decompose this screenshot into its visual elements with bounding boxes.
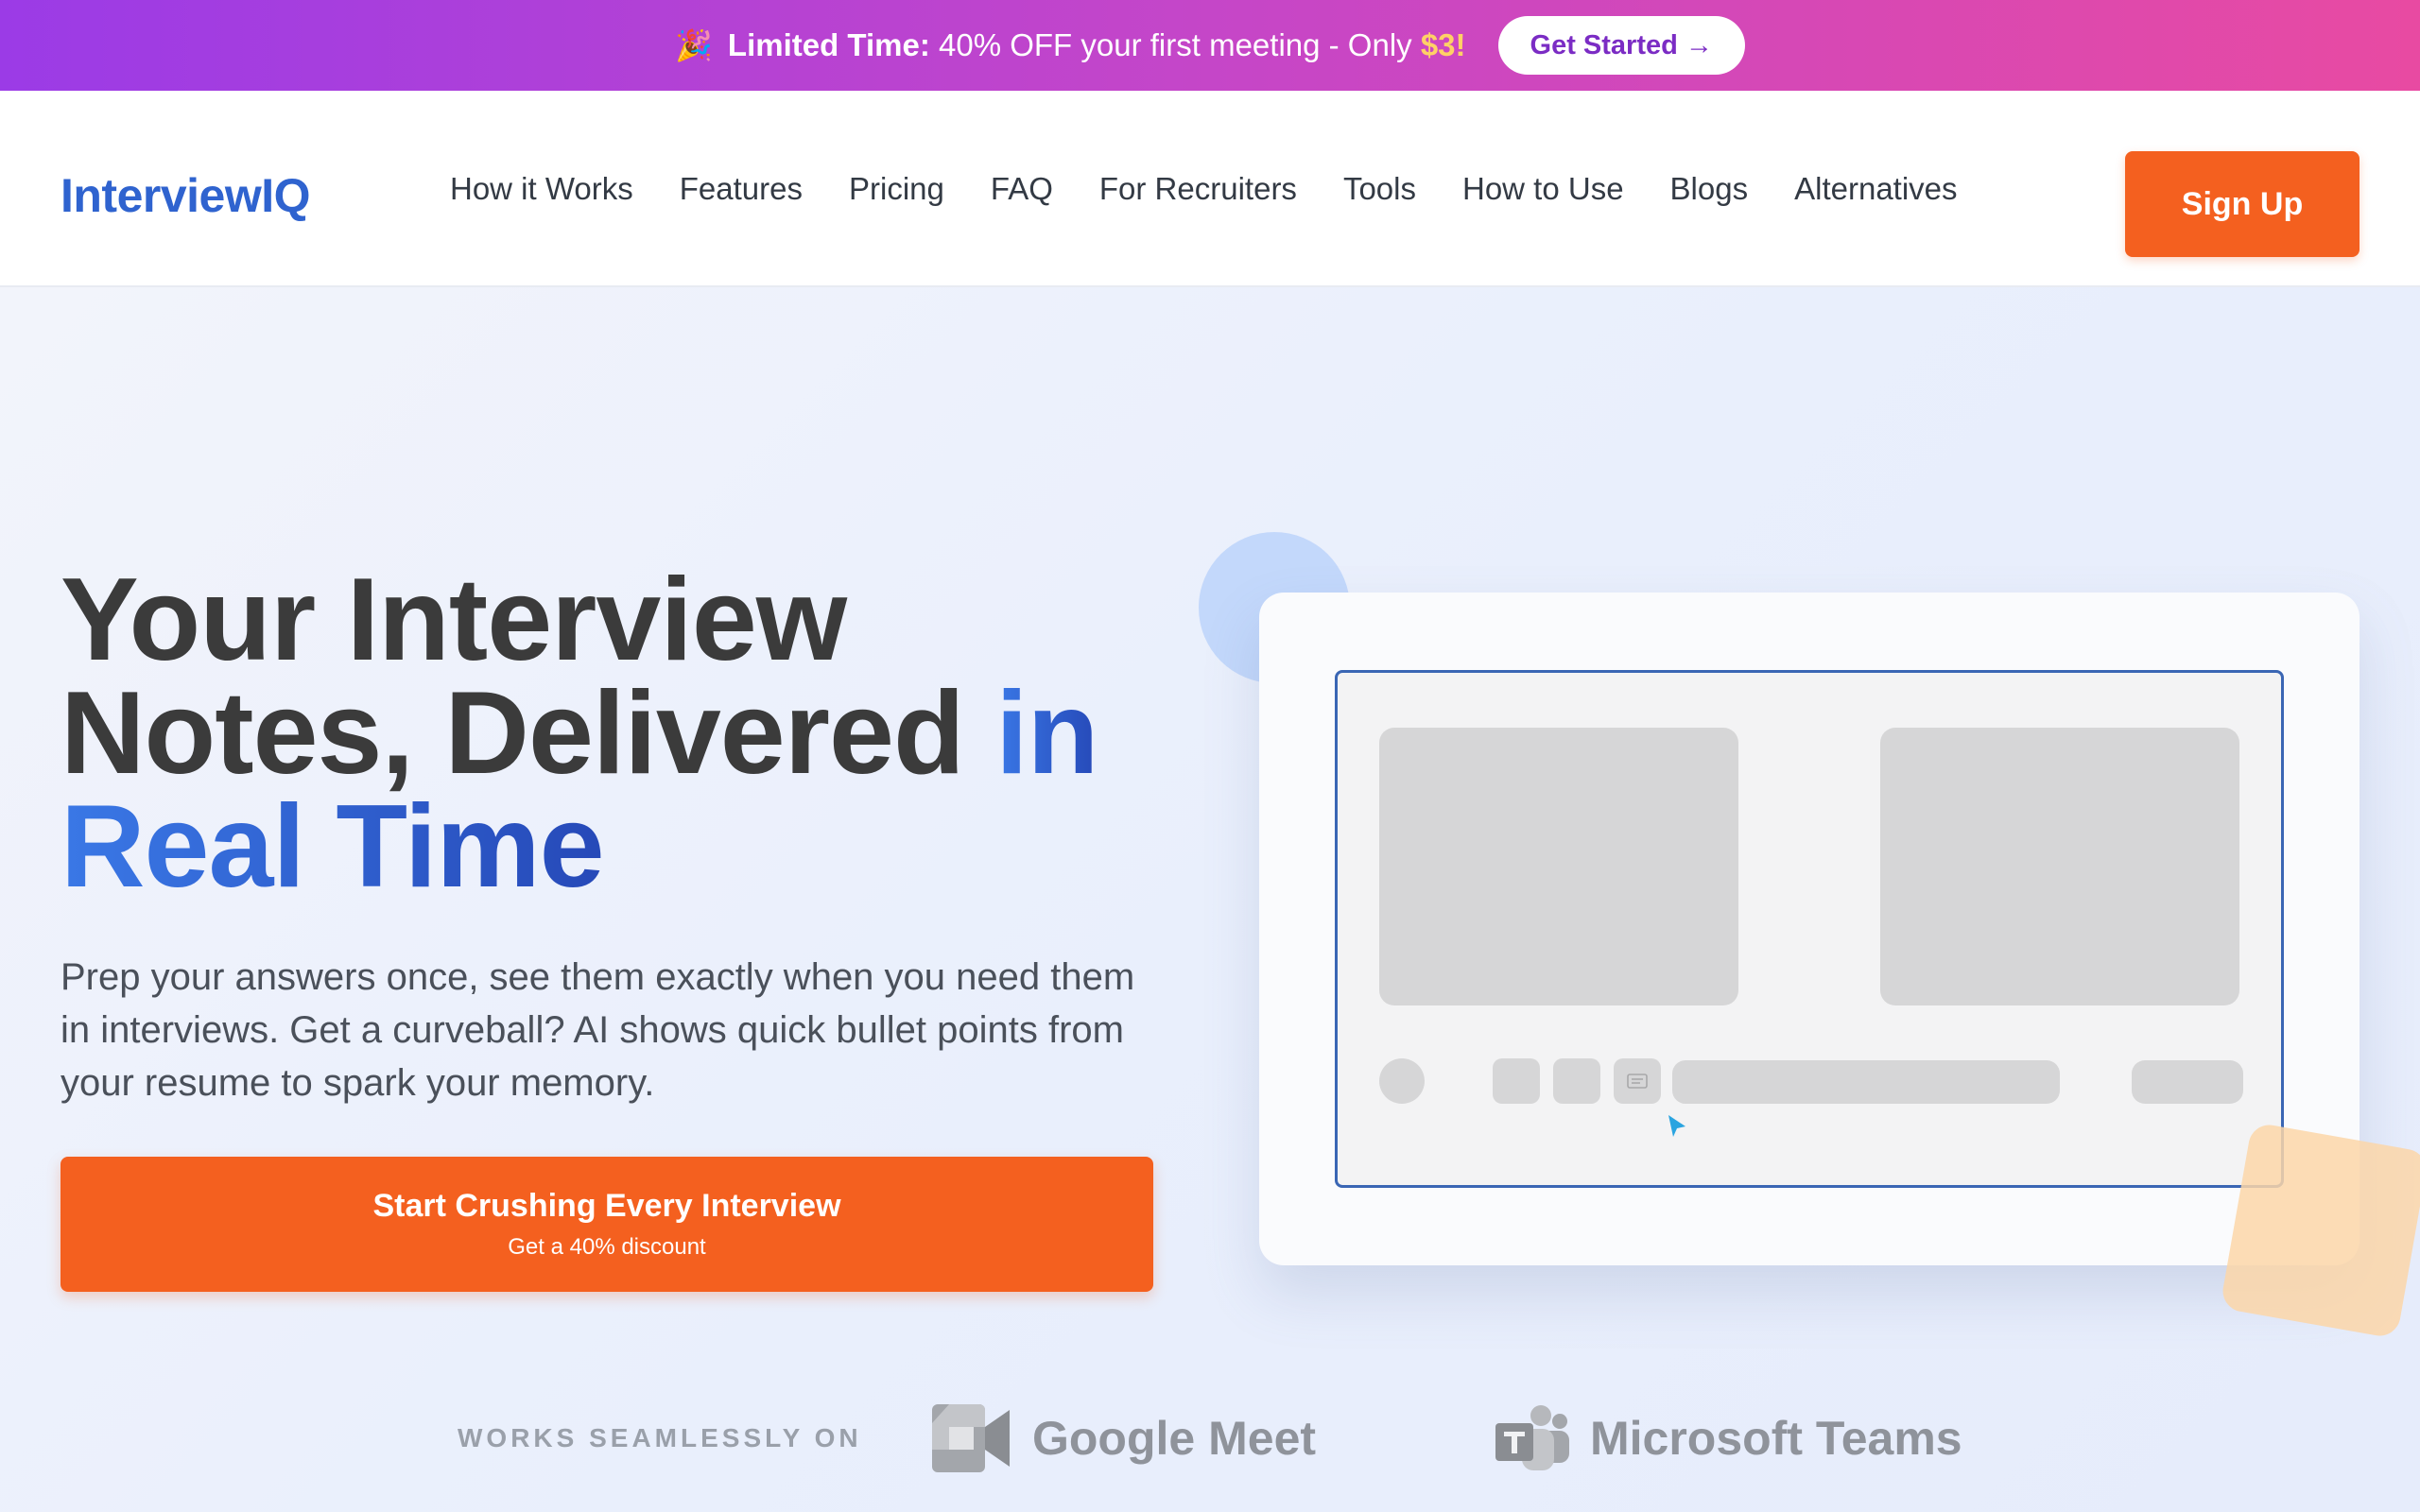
nav-link-for-recruiters[interactable]: For Recruiters (1099, 171, 1297, 207)
party-popper-icon: 🎉 (675, 28, 713, 62)
nav-link-faq[interactable]: FAQ (991, 171, 1053, 207)
navbar: InterviewIQ How it Works Features Pricin… (0, 91, 2420, 287)
hero-title-accent-1: in (995, 668, 1098, 799)
caption-control-placeholder (1614, 1058, 1661, 1104)
google-meet-icon (932, 1404, 1010, 1472)
avatar-placeholder (1379, 1058, 1425, 1104)
hero-subtitle: Prep your answers once, see them exactly… (60, 956, 1135, 1104)
get-started-button[interactable]: Get Started → (1497, 16, 1745, 75)
promo-banner: 🎉 Limited Time: 40% OFF your first meeti… (0, 0, 2420, 91)
cta-subtitle: Get a 40% discount (508, 1234, 706, 1260)
promo-message: 40% OFF your first meeting - Only (939, 27, 1412, 62)
video-tile-left (1379, 728, 1738, 1005)
microsoft-teams-logo: Microsoft Teams (1494, 1402, 1962, 1474)
hero-title: Your Interview Notes, Delivered in Real … (60, 561, 1195, 905)
decorative-square (2220, 1122, 2420, 1339)
nav-link-how-to-use[interactable]: How to Use (1462, 171, 1624, 207)
promo-price: $3! (1420, 27, 1466, 62)
notes-bar-placeholder (1672, 1060, 2060, 1104)
nav-link-how-it-works[interactable]: How it Works (450, 171, 633, 207)
end-call-placeholder (2132, 1060, 2243, 1104)
promo-lead: Limited Time: (727, 27, 930, 62)
nav-link-pricing[interactable]: Pricing (849, 171, 944, 207)
control-placeholder-2 (1553, 1058, 1600, 1104)
works-on-label: WORKS SEAMLESSLY ON (458, 1423, 862, 1452)
nav-link-tools[interactable]: Tools (1343, 171, 1416, 207)
nav-links: How it Works Features Pricing FAQ For Re… (450, 91, 1958, 287)
microsoft-teams-name: Microsoft Teams (1590, 1412, 1962, 1465)
captions-icon (1627, 1074, 1648, 1089)
cta-title: Start Crushing Every Interview (372, 1188, 841, 1224)
meeting-illustration-card (1259, 593, 2360, 1265)
google-meet-logo: Google Meet (925, 1402, 1316, 1474)
nav-link-alternatives[interactable]: Alternatives (1794, 171, 1957, 207)
google-meet-name: Google Meet (1032, 1412, 1317, 1465)
control-placeholder-1 (1493, 1058, 1540, 1104)
video-tile-right (1880, 728, 2239, 1005)
start-crushing-button[interactable]: Start Crushing Every Interview Get a 40%… (60, 1157, 1153, 1292)
logo[interactable]: InterviewIQ (60, 168, 311, 223)
nav-link-blogs[interactable]: Blogs (1670, 171, 1749, 207)
promo-text: 🎉 Limited Time: 40% OFF your first meeti… (675, 27, 1465, 63)
nav-link-features[interactable]: Features (680, 171, 803, 207)
sign-up-button[interactable]: Sign Up (2125, 151, 2360, 257)
hero-title-line-1: Your Interview (60, 555, 847, 685)
microsoft-teams-icon (1495, 1405, 1569, 1470)
hero-title-line-2: Notes, Delivered (60, 668, 965, 799)
cursor-icon (1668, 1115, 1685, 1137)
meeting-window-illustration (1335, 670, 2284, 1188)
hero-title-accent-2: Real Time (60, 782, 605, 912)
